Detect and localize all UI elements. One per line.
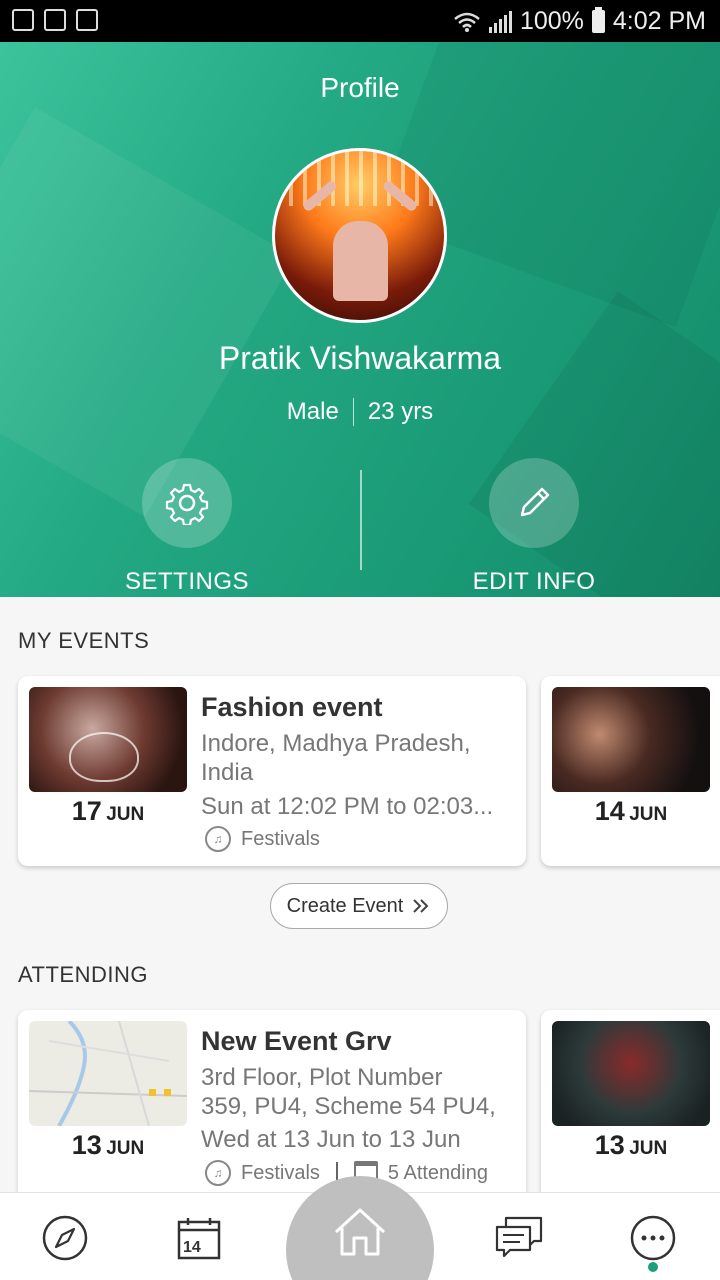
create-event-label: Create Event — [286, 894, 404, 917]
notification-icons — [12, 9, 98, 31]
signal-icon — [488, 10, 512, 33]
map-thumbnail — [29, 1021, 187, 1126]
attending-count: 5 Attending — [387, 1161, 488, 1184]
clock: 4:02 PM — [612, 7, 706, 35]
event-location-line1: Indore, Madhya Pradesh, — [201, 730, 471, 757]
calendar-icon: 14 — [177, 1218, 221, 1260]
file-notification-icon — [76, 9, 98, 31]
age: 23 yrs — [367, 398, 434, 425]
event-time: Wed at 13 Jun to 13 Jun — [201, 1126, 461, 1153]
event-location-line2: 359, PU4, Scheme 54 PU4, — [201, 1093, 496, 1120]
nav-more[interactable] — [628, 1213, 678, 1263]
gear-icon — [165, 483, 209, 525]
festival-icon: ♫ — [205, 1160, 231, 1186]
event-thumbnail — [552, 687, 710, 792]
event-time: Sun at 12:02 PM to 02:03... — [201, 793, 494, 820]
nav-chat[interactable] — [494, 1213, 544, 1263]
battery-percent: 100% — [519, 7, 584, 35]
avatar[interactable] — [272, 148, 447, 323]
nav-calendar[interactable]: 14 — [174, 1213, 224, 1263]
my-events-heading: MY EVENTS — [18, 628, 150, 653]
event-location-line1: 3rd Floor, Plot Number — [201, 1064, 443, 1091]
action-divider — [360, 470, 362, 570]
event-card[interactable]: 13 JUN — [541, 1010, 720, 1210]
edit-info-label: EDIT INFO — [472, 568, 596, 595]
settings-label: SETTINGS — [124, 568, 249, 595]
more-icon — [630, 1215, 676, 1261]
event-title: New Event Grv — [201, 1026, 392, 1056]
gender: Male — [286, 398, 339, 425]
compass-icon — [42, 1215, 88, 1261]
profile-header: Profile Pratik Vishwakarma Male 23 yrs S… — [0, 42, 720, 597]
calendar-badge: 14 — [183, 1239, 201, 1256]
event-date: 13 JUN — [71, 1130, 145, 1160]
event-category: ♫ Festivals — [205, 826, 320, 852]
event-title: Fashion event — [201, 692, 383, 722]
active-indicator — [648, 1262, 658, 1272]
profile-meta: Male 23 yrs — [0, 398, 720, 426]
event-thumbnail — [29, 687, 187, 792]
edit-info-button[interactable]: EDIT INFO — [414, 458, 654, 596]
sync-notification-icon — [44, 9, 66, 31]
home-icon — [334, 1208, 386, 1256]
event-thumbnail — [552, 1021, 710, 1126]
wifi-icon — [454, 12, 480, 32]
meta-divider — [352, 398, 354, 426]
event-date: 13 JUN — [594, 1130, 668, 1160]
double-chevron-right-icon — [413, 899, 429, 913]
settings-button[interactable]: SETTINGS — [67, 458, 307, 596]
pencil-icon — [520, 487, 550, 517]
image-notification-icon — [12, 9, 34, 31]
attending-heading: ATTENDING — [18, 962, 148, 987]
event-date: 14 JUN — [594, 796, 668, 826]
festival-icon: ♫ — [205, 826, 231, 852]
event-location-line2: India — [201, 759, 254, 786]
status-bar: 100% 4:02 PM — [0, 0, 720, 42]
create-event-button[interactable]: Create Event — [270, 883, 448, 929]
event-card[interactable]: 14 JUN — [541, 676, 720, 866]
chat-icon — [495, 1216, 543, 1258]
nav-explore[interactable] — [40, 1213, 90, 1263]
event-date: 17 JUN — [71, 796, 145, 826]
battery-icon — [591, 7, 605, 33]
event-card[interactable]: 17 JUN Fashion event Indore, Madhya Prad… — [18, 676, 526, 866]
profile-name: Pratik Vishwakarma — [218, 340, 502, 376]
event-card[interactable]: 13 JUN New Event Grv 3rd Floor, Plot Num… — [18, 1010, 526, 1210]
page-title: Profile — [320, 72, 400, 103]
